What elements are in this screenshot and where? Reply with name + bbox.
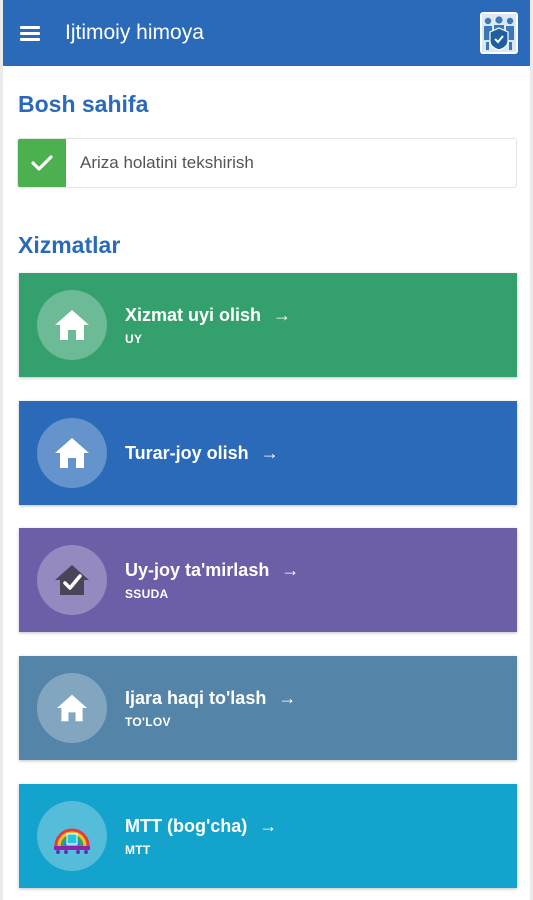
house-icon [37, 418, 107, 488]
app-screen: Ijtimoiy himoya Bosh sahifa Ariza holati… [3, 0, 530, 900]
check-status-label: Ariza holatini tekshirish [80, 153, 254, 172]
service-label: Turar-joy olish → [125, 443, 279, 463]
service-label: Uy-joy ta'mirlash → [125, 560, 300, 580]
rainbow-kindergarten-icon [37, 801, 107, 871]
service-card-mtt[interactable]: MTT (bog'cha) → MTT [19, 784, 517, 888]
house-icon [37, 290, 107, 360]
service-label: Xizmat uyi olish → [125, 305, 292, 325]
service-sublabel: TO'LOV [125, 715, 171, 729]
check-application-status-button[interactable]: Ariza holatini tekshirish [17, 138, 517, 188]
service-sublabel: MTT [125, 843, 151, 857]
arrow-right-icon: → [260, 443, 279, 463]
service-label: Ijara haqi to'lash → [125, 688, 297, 708]
house-icon [37, 673, 107, 743]
service-label: MTT (bog'cha) → [125, 816, 278, 836]
app-title: Ijtimoiy himoya [65, 21, 204, 44]
service-card-uy-joy-tamirlash[interactable]: Uy-joy ta'mirlash → SSUDA [19, 528, 517, 632]
service-card-xizmat-uyi[interactable]: Xizmat uyi olish → UY [19, 273, 517, 377]
service-sublabel: UY [125, 332, 143, 346]
service-card-ijara-haqi[interactable]: Ijara haqi to'lash → TO'LOV [19, 656, 517, 760]
arrow-right-icon: → [278, 688, 297, 708]
checkmark-icon [18, 139, 66, 187]
service-sublabel: SSUDA [125, 587, 169, 601]
hamburger-menu-icon[interactable] [20, 24, 40, 42]
arrow-right-icon: → [273, 305, 292, 325]
page-title: Bosh sahifa [18, 91, 149, 117]
app-bar: Ijtimoiy himoya [3, 0, 530, 66]
services-heading: Xizmatlar [18, 232, 121, 258]
arrow-right-icon: → [259, 816, 278, 836]
arrow-right-icon: → [281, 560, 300, 580]
app-logo [480, 12, 518, 54]
service-card-turar-joy[interactable]: Turar-joy olish → [19, 401, 517, 505]
house-check-icon [37, 545, 107, 615]
